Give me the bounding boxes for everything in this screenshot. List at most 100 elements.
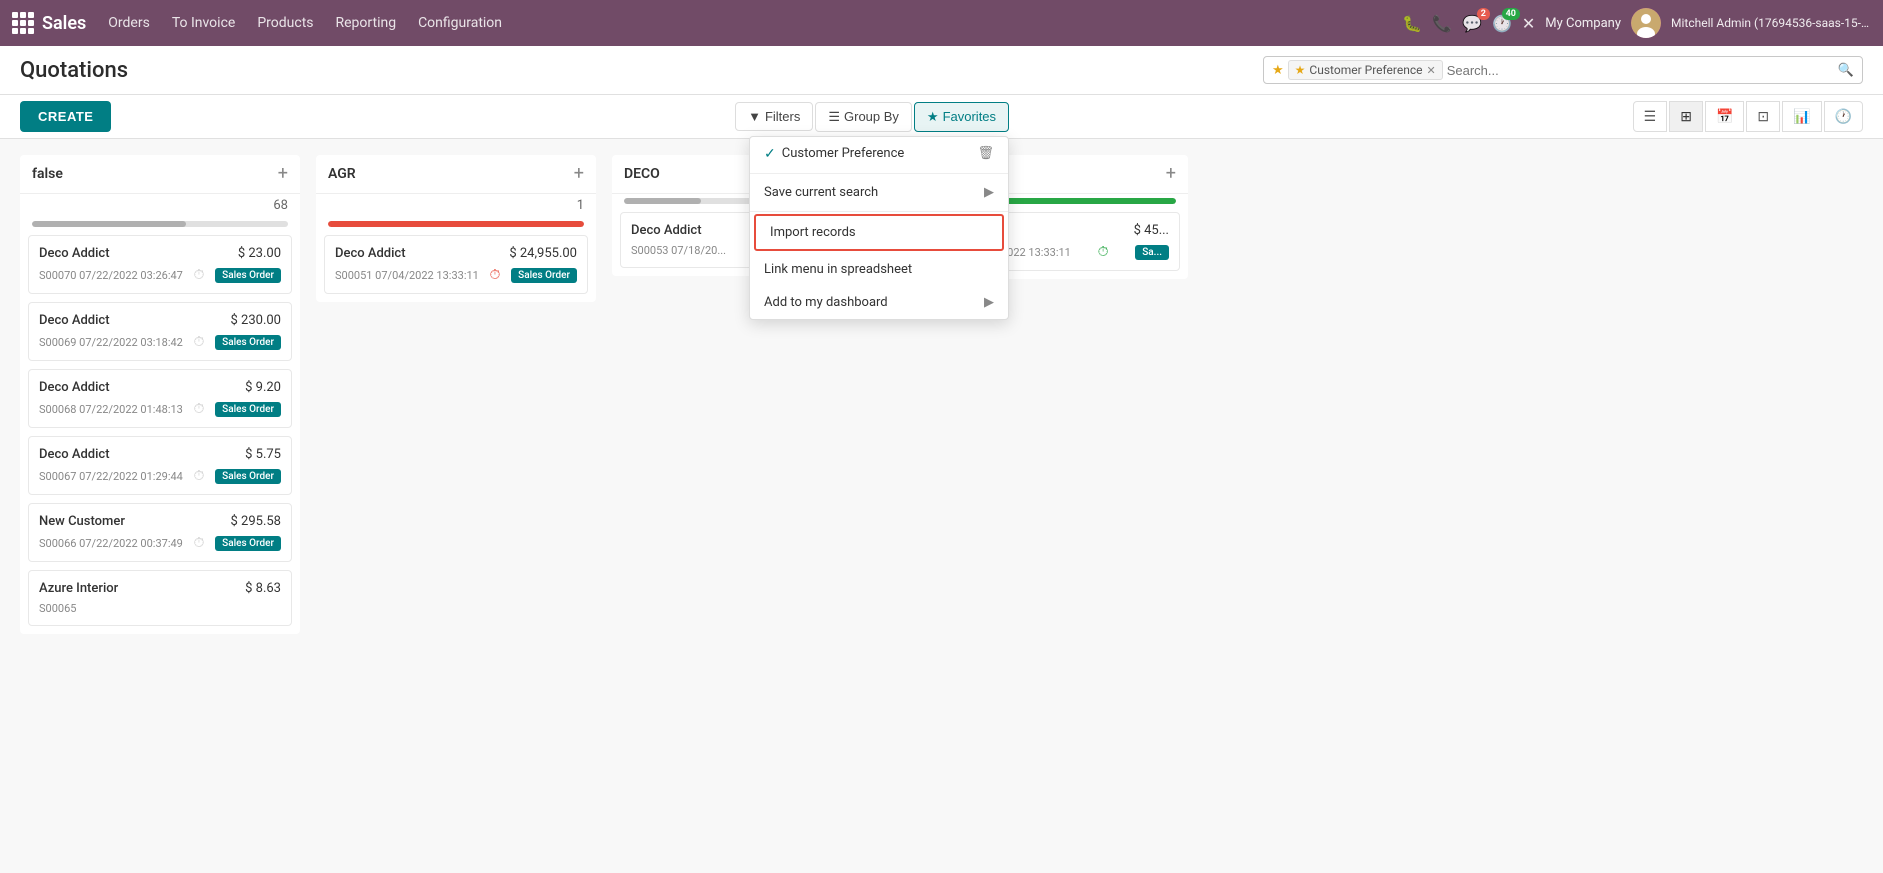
card-amount: $ 5.75 (245, 447, 281, 462)
kanban-col-title: AGR (328, 166, 356, 182)
clock-icon: ⏱ (194, 468, 205, 484)
card-ref: S00070 07/22/2022 03:26:47 (39, 269, 183, 282)
favorites-item-customer-preference[interactable]: ✓ Customer Preference 🗑 (750, 137, 1008, 171)
favorites-item-save-search[interactable]: Save current search ▶ (750, 176, 1008, 209)
grid-icon (12, 12, 34, 34)
username: Mitchell Admin (17694536-saas-15-2-a... (1671, 16, 1871, 30)
trash-icon[interactable]: 🗑 (978, 146, 995, 161)
search-icon: 🔍 (1838, 63, 1854, 78)
nav-products[interactable]: Products (247, 11, 323, 35)
clock-icon: ⏱ (194, 267, 205, 283)
search-tag: ★ Customer Preference ✕ (1288, 60, 1443, 80)
topnav-menu: Orders To Invoice Products Reporting Con… (98, 11, 1398, 35)
list-view-button[interactable]: ☰ (1633, 101, 1668, 132)
sub-header: Quotations ★ ★ Customer Preference ✕ 🔍 (0, 46, 1883, 95)
kanban-col-header: false + (20, 155, 300, 194)
kanban-col-title: false (32, 166, 63, 182)
kanban-col-progress (32, 221, 288, 227)
kanban-card[interactable]: Deco Addict $ 230.00 S00069 07/22/2022 0… (28, 302, 292, 361)
add-dashboard-arrow-icon: ▶ (984, 295, 994, 310)
nav-to-invoice[interactable]: To Invoice (162, 11, 246, 35)
pivot-view-button[interactable]: ⊡ (1746, 101, 1780, 132)
chat-icon-btn[interactable]: 💬 2 (1462, 14, 1482, 33)
clock-icon: ⏱ (1098, 244, 1109, 260)
sales-order-badge: Sales Order (215, 536, 281, 551)
nav-orders[interactable]: Orders (98, 11, 160, 35)
card-amount: $ 45... (1134, 223, 1169, 238)
sales-order-badge: Sales Order (215, 402, 281, 417)
chat-badge: 2 (1477, 8, 1490, 20)
favorites-customer-preference-label: Customer Preference (782, 146, 905, 161)
search-input[interactable] (1447, 63, 1834, 78)
save-search-arrow-icon: ▶ (984, 185, 994, 200)
kanban-col-progress (328, 221, 584, 227)
favorites-item-link-menu[interactable]: Link menu in spreadsheet (750, 253, 1008, 286)
app-name: Sales (42, 13, 86, 34)
chart-view-button[interactable]: 📊 (1782, 101, 1821, 132)
search-tag-close[interactable]: ✕ (1427, 64, 1436, 77)
clock-icon-btn[interactable]: 🕐 40 (1492, 14, 1512, 33)
clock-view-button[interactable]: 🕐 (1824, 101, 1863, 132)
add-dashboard-label: Add to my dashboard (764, 295, 888, 310)
bug-icon-btn[interactable]: 🐛 (1402, 14, 1422, 33)
group-by-button[interactable]: ☰ Group By (815, 102, 912, 132)
card-name: Azure Interior (39, 581, 118, 596)
sales-order-badge: Sales Order (215, 335, 281, 350)
kanban-view-button[interactable]: ⊞ (1669, 101, 1703, 132)
close-icon-btn[interactable]: ✕ (1522, 14, 1535, 33)
nav-configuration[interactable]: Configuration (408, 11, 512, 35)
card-amount: $ 23.00 (238, 246, 281, 261)
kanban-col-count: 1 (316, 194, 596, 217)
search-filter-icon: ★ (1272, 63, 1284, 78)
topnav-right: 🐛 📞 💬 2 🕐 40 ✕ My Company Mitchell Admin… (1402, 8, 1871, 38)
kanban-col-false: false + 68 Deco Addict $ 23.00 S00070 07… (20, 155, 300, 634)
kanban-card[interactable]: Azure Interior $ 8.63 S00065 (28, 570, 292, 626)
app-logo[interactable]: Sales (12, 12, 86, 34)
sales-order-badge: Sales Order (215, 268, 281, 283)
favorites-item-import-records[interactable]: Import records (754, 214, 1004, 251)
progress-bar-fill (32, 221, 186, 227)
avatar[interactable] (1631, 8, 1661, 38)
card-name: Deco Addict (39, 447, 110, 462)
view-buttons: ☰ ⊞ 📅 ⊡ 📊 🕐 (1633, 101, 1863, 132)
kanban-col-add-button[interactable]: + (278, 165, 288, 183)
create-button[interactable]: CREATE (20, 101, 111, 132)
kanban-card[interactable]: Deco Addict $ 23.00 S00070 07/22/2022 03… (28, 235, 292, 294)
clock-icon: ⏱ (194, 535, 205, 551)
kanban-card[interactable]: Deco Addict $ 24,955.00 S00051 07/04/202… (324, 235, 588, 294)
filters-button[interactable]: ▼ Filters (735, 102, 813, 131)
favorites-button[interactable]: ★ Favorites (914, 102, 1009, 132)
favorites-divider-1 (750, 173, 1008, 174)
card-amount: $ 8.63 (245, 581, 281, 596)
clock-icon: ⏱ (490, 267, 501, 283)
favorites-divider-2 (750, 211, 1008, 212)
kanban-col-title: DECO (624, 166, 660, 182)
clock-icon: ⏱ (194, 334, 205, 350)
kanban-card[interactable]: Deco Addict $ 9.20 S00068 07/22/2022 01:… (28, 369, 292, 428)
calendar-view-button[interactable]: 📅 (1705, 101, 1744, 132)
kanban-col-add-button[interactable]: + (1166, 165, 1176, 183)
favorites-label: Favorites (943, 109, 996, 124)
phone-icon-btn[interactable]: 📞 (1432, 14, 1452, 33)
sales-order-badge: Sa... (1135, 245, 1169, 260)
tag-star-icon: ★ (1295, 63, 1306, 77)
favorites-star-icon: ★ (927, 109, 939, 125)
card-amount: $ 24,955.00 (509, 246, 577, 261)
toolbar-left: CREATE (20, 101, 111, 132)
card-ref: S00068 07/22/2022 01:48:13 (39, 403, 183, 416)
card-name: Deco Addict (39, 380, 110, 395)
card-ref: S00066 07/22/2022 00:37:49 (39, 537, 183, 550)
filter-funnel-icon: ▼ (748, 109, 761, 124)
favorites-item-add-dashboard[interactable]: Add to my dashboard ▶ (750, 286, 1008, 319)
company-name: My Company (1545, 16, 1621, 31)
search-tag-label: Customer Preference (1309, 63, 1422, 77)
card-ref: S00051 07/04/2022 13:33:11 (335, 269, 479, 282)
kanban-card[interactable]: Deco Addict $ 5.75 S00067 07/22/2022 01:… (28, 436, 292, 495)
nav-reporting[interactable]: Reporting (326, 11, 407, 35)
page-title: Quotations (20, 58, 128, 83)
kanban-col-header: AGR + (316, 155, 596, 194)
progress-bar-fill (328, 221, 584, 227)
card-ref: S00069 07/22/2022 03:18:42 (39, 336, 183, 349)
kanban-card[interactable]: New Customer $ 295.58 S00066 07/22/2022 … (28, 503, 292, 562)
kanban-col-add-button[interactable]: + (574, 165, 584, 183)
